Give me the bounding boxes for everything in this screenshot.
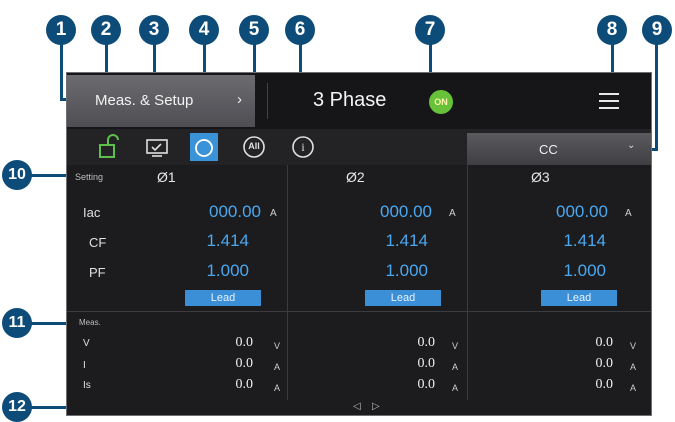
row-label-pf: PF (89, 265, 106, 280)
phase-2-header: Ø2 (346, 169, 365, 185)
phase-3-pf-value[interactable]: 1.000 (516, 261, 606, 281)
phase-1-iac-unit: A (270, 208, 277, 219)
hamburger-menu-icon[interactable] (599, 93, 619, 109)
phase-3-iac-value[interactable]: 000.00 (518, 202, 608, 222)
page-title: 3 Phase (313, 89, 387, 111)
phase-2-i-unit: A (452, 362, 459, 372)
phase-1-is-meas: 0.0 (235, 377, 254, 392)
callout-5: 5 (239, 15, 269, 45)
phase-3-is-meas: 0.0 (595, 377, 614, 392)
meas-row-label-v: V (83, 338, 90, 349)
phase-2-is-meas: 0.0 (417, 377, 436, 392)
callout-8: 8 (597, 15, 627, 45)
phase-2-iac-unit: A (449, 208, 456, 219)
phase-3-v-unit: V (630, 341, 637, 351)
chevron-right-icon: › (237, 91, 242, 108)
callout-line-1a (60, 44, 63, 100)
row-label-cf: CF (89, 235, 107, 250)
all-label: All (248, 141, 260, 151)
meas-row-label-i: I (83, 360, 86, 371)
scroll-left-icon[interactable]: ◁ (353, 401, 361, 412)
phase-2-cf-value[interactable]: 1.414 (338, 231, 428, 251)
mode-select[interactable]: CC ⌄ (467, 133, 651, 165)
phase-1-i-unit: A (274, 362, 281, 372)
phase-1-i-meas: 0.0 (235, 356, 254, 371)
device-screen: Meas. & Setup › 3 Phase ON All i CC ⌄ Se… (66, 72, 652, 416)
callout-line-9a (655, 44, 658, 150)
phase-1-is-unit: A (274, 383, 281, 393)
phase-2-v-unit: V (452, 341, 459, 351)
phase-1-v-meas: 0.0 (235, 335, 254, 350)
phase-2-lead-button[interactable]: Lead (365, 290, 441, 306)
timer-icon[interactable] (190, 133, 218, 161)
meas-section-label: Meas. (79, 318, 101, 327)
phase-1-v-unit: V (274, 341, 281, 351)
column-divider-1 (287, 165, 288, 400)
callout-6: 6 (285, 15, 315, 45)
callout-10: 10 (2, 160, 32, 190)
phase-3-i-unit: A (630, 362, 637, 372)
mode-value: CC (539, 142, 558, 157)
phase-1-cf-value[interactable]: 1.414 (159, 231, 249, 251)
section-divider (67, 311, 651, 312)
callout-7: 7 (415, 15, 445, 45)
info-icon[interactable]: i (289, 133, 317, 161)
header-divider (267, 83, 268, 119)
phase-3-header: Ø3 (531, 169, 550, 185)
phase-3-i-meas: 0.0 (595, 356, 614, 371)
scroll-right-icon[interactable]: ▷ (372, 401, 380, 412)
header-bar: Meas. & Setup › 3 Phase ON (67, 73, 651, 129)
phase-3-iac-unit: A (625, 208, 632, 219)
output-on-badge[interactable]: ON (429, 90, 453, 114)
callout-11: 11 (2, 308, 32, 338)
meas-setup-label: Meas. & Setup (95, 92, 194, 109)
meas-setup-button[interactable]: Meas. & Setup › (67, 75, 255, 127)
phase-2-is-unit: A (452, 383, 459, 393)
setting-section-label: Setting (75, 172, 104, 182)
info-label: i (301, 140, 305, 154)
callout-4: 4 (189, 15, 219, 45)
phase-3-is-unit: A (630, 383, 637, 393)
monitor-icon[interactable] (143, 133, 171, 161)
callout-12: 12 (2, 392, 32, 422)
phase-1-lead-button[interactable]: Lead (185, 290, 261, 306)
phase-3-v-meas: 0.0 (595, 335, 614, 350)
phase-3-lead-button[interactable]: Lead (541, 290, 617, 306)
unlock-icon[interactable] (95, 133, 123, 161)
scroll-bar: ◁ ▷ (67, 400, 651, 415)
meas-row-label-is: Is (83, 380, 91, 391)
phase-1-iac-value[interactable]: 000.00 (171, 202, 261, 222)
phase-2-v-meas: 0.0 (417, 335, 436, 350)
phase-2-iac-value[interactable]: 000.00 (342, 202, 432, 222)
phase-2-i-meas: 0.0 (417, 356, 436, 371)
all-icon[interactable]: All (240, 133, 268, 161)
callout-2: 2 (91, 15, 121, 45)
column-divider-2 (467, 165, 468, 400)
phase-1-pf-value[interactable]: 1.000 (159, 261, 249, 281)
phase-1-header: Ø1 (157, 169, 176, 185)
row-label-iac: Iac (83, 205, 101, 220)
callout-3: 3 (139, 15, 169, 45)
callout-1: 1 (46, 15, 76, 45)
phase-2-pf-value[interactable]: 1.000 (338, 261, 428, 281)
chevron-down-icon: ⌄ (627, 140, 636, 151)
callout-9: 9 (642, 15, 672, 45)
phase-3-cf-value[interactable]: 1.414 (516, 231, 606, 251)
